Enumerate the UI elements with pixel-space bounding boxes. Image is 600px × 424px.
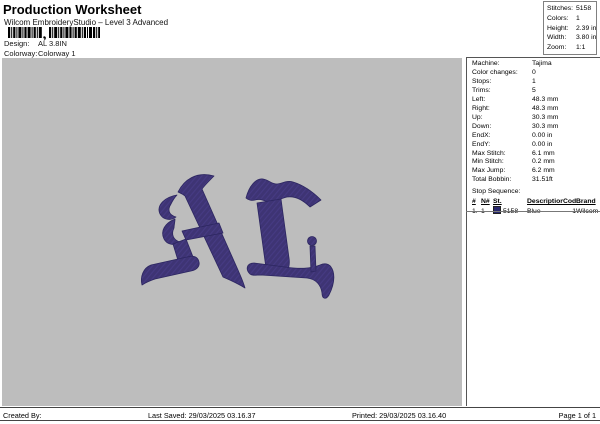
page-number-label: Page 1 of 1 xyxy=(559,411,596,420)
up-label: Up: xyxy=(472,114,532,123)
monogram-al-graphic xyxy=(140,168,340,300)
right-value: 48.3 mm xyxy=(532,105,558,112)
machine-row: Left:48.3 mm xyxy=(472,96,600,105)
machine-row: Min Stitch:0.2 mm xyxy=(472,158,600,167)
min-stitch-label: Min Stitch: xyxy=(472,158,532,167)
left-label: Left: xyxy=(472,96,532,105)
max-jump-label: Max Jump: xyxy=(472,167,532,176)
stop-sequence-header-row: # N# St. Description Code Brand xyxy=(472,198,599,206)
endy-value: 0.00 in xyxy=(532,141,552,148)
stitches-label: Stitches: xyxy=(547,4,576,14)
stops-label: Stops: xyxy=(472,78,532,87)
machine-row: Trims:5 xyxy=(472,87,600,96)
embroidery-design-al xyxy=(140,168,340,305)
page-title: Production Worksheet xyxy=(3,2,141,17)
summary-row: Zoom:1:1 xyxy=(547,43,596,53)
last-saved-label: Last Saved: 29/03/2025 03.16.37 xyxy=(148,411,256,420)
production-worksheet-page: { "header": { "title": "Production Works… xyxy=(0,0,600,424)
endx-label: EndX: xyxy=(472,132,532,141)
stitches-value: 5158 xyxy=(576,5,591,12)
min-stitch-value: 0.2 mm xyxy=(532,158,555,165)
machine-value: Tajima xyxy=(532,60,552,67)
design-summary-box: Stitches:5158 Colors:1 Height:2.39 in Wi… xyxy=(543,1,597,55)
colorway-row: Colorway:Colorway 1 xyxy=(4,49,76,58)
summary-row: Height:2.39 in xyxy=(547,24,596,34)
max-stitch-label: Max Stitch: xyxy=(472,150,532,159)
colorway-value: Colorway 1 xyxy=(38,49,76,58)
machine-row: EndX:0.00 in xyxy=(472,132,600,141)
endy-label: EndY: xyxy=(472,141,532,150)
stop-sequence-divider xyxy=(466,211,600,212)
width-label: Width: xyxy=(547,33,576,43)
machine-info-panel: Machine:Tajima Color changes:0 Stops:1 T… xyxy=(466,57,600,406)
height-label: Height: xyxy=(547,24,576,34)
col-header-st: St. xyxy=(493,198,527,206)
machine-row: Max Jump:6.2 mm xyxy=(472,167,600,176)
stop-sequence-table: # N# St. Description Code Brand 1. 1 515… xyxy=(472,198,599,216)
zoom-label: Zoom: xyxy=(547,43,576,53)
machine-row: Color changes:0 xyxy=(472,69,600,78)
created-by-label: Created By: xyxy=(3,411,42,420)
machine-row: Max Stitch:6.1 mm xyxy=(472,150,600,159)
summary-row: Colors:1 xyxy=(547,14,596,24)
machine-label: Machine: xyxy=(472,60,532,69)
machine-row: Machine:Tajima xyxy=(472,60,600,69)
col-header-n: N# xyxy=(481,198,493,206)
machine-row: Right:48.3 mm xyxy=(472,105,600,114)
stop-sequence-title: Stop Sequence: xyxy=(472,188,600,197)
machine-row: Up:30.3 mm xyxy=(472,114,600,123)
zoom-value: 1:1 xyxy=(576,44,585,51)
footer-bar: Created By: Last Saved: 29/03/2025 03.16… xyxy=(0,407,600,421)
design-value: AL 3.8IN xyxy=(38,39,67,48)
total-bobbin-value: 31.51ft xyxy=(532,176,553,183)
colorway-label: Colorway: xyxy=(4,49,38,58)
endx-value: 0.00 in xyxy=(532,132,552,139)
summary-row: Width:3.80 in xyxy=(547,33,596,43)
down-value: 30.3 mm xyxy=(532,123,558,130)
printed-label: Printed: 29/03/2025 03.16.40 xyxy=(352,411,446,420)
left-value: 48.3 mm xyxy=(532,96,558,103)
col-header-brand: Brand xyxy=(576,198,599,206)
up-value: 30.3 mm xyxy=(532,114,558,121)
color-changes-value: 0 xyxy=(532,69,536,76)
col-header-description: Description xyxy=(527,198,563,206)
height-value: 2.39 in xyxy=(576,25,596,32)
app-subtitle: Wilcom EmbroideryStudio – Level 3 Advanc… xyxy=(4,18,168,27)
machine-row: Total Bobbin:31.51ft xyxy=(472,176,600,185)
colors-label: Colors: xyxy=(547,14,576,24)
machine-row: EndY:0.00 in xyxy=(472,141,600,150)
col-header-num: # xyxy=(472,198,481,206)
total-bobbin-label: Total Bobbin: xyxy=(472,176,532,185)
colors-value: 1 xyxy=(576,15,580,22)
summary-row: Stitches:5158 xyxy=(547,4,596,14)
trims-label: Trims: xyxy=(472,87,532,96)
machine-row: Stops:1 xyxy=(472,78,600,87)
max-jump-value: 6.2 mm xyxy=(532,167,555,174)
design-name-row: Design:AL 3.8IN xyxy=(4,39,67,48)
max-stitch-value: 6.1 mm xyxy=(532,150,555,157)
trims-value: 5 xyxy=(532,87,536,94)
design-label: Design: xyxy=(4,39,38,48)
stops-value: 1 xyxy=(532,78,536,85)
machine-row: Down:30.3 mm xyxy=(472,123,600,132)
width-value: 3.80 in xyxy=(576,34,596,41)
down-label: Down: xyxy=(472,123,532,132)
col-header-code: Code xyxy=(563,198,576,206)
color-changes-label: Color changes: xyxy=(472,69,532,78)
design-preview-canvas xyxy=(2,58,462,406)
right-label: Right: xyxy=(472,105,532,114)
